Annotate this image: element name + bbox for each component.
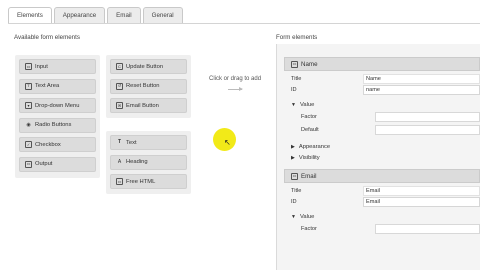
chevron-right-icon: ▶ (291, 154, 295, 161)
tab-divider (8, 23, 480, 24)
title-field[interactable]: Email (363, 185, 480, 196)
input-icon: ▭ (291, 60, 298, 68)
textarea-icon: T (25, 82, 32, 90)
tab-bar: Elements Appearance Email General (8, 7, 183, 24)
update-icon: C (116, 63, 123, 70)
heading-icon: A (117, 158, 122, 165)
appearance-section[interactable]: ▶ Appearance (277, 141, 480, 152)
factor-field[interactable] (375, 111, 480, 122)
form-elements-title: Form elements (276, 34, 318, 41)
add-email-button[interactable]: ✉ Email Button (110, 98, 187, 113)
add-textarea-button[interactable]: T Text Area (19, 78, 96, 94)
chevron-down-icon: ▼ (291, 101, 296, 108)
add-text-button[interactable]: T Text (110, 135, 187, 150)
element-header-name[interactable]: ▭ Name (284, 57, 480, 71)
add-reset-button[interactable]: ↺ Reset Button (110, 78, 187, 94)
mouse-cursor-icon: ↖ (224, 138, 231, 147)
tab-email[interactable]: Email (107, 7, 141, 23)
tab-general[interactable]: General (142, 7, 183, 23)
html-icon: ▭ (116, 178, 123, 185)
factor-row: Factor (277, 222, 480, 235)
add-html-button[interactable]: ▭ Free HTML (110, 174, 187, 189)
add-dropdown-button[interactable]: ▾ Drop-down Menu (19, 98, 96, 113)
id-field[interactable]: Email (363, 196, 480, 207)
reset-icon: ↺ (116, 82, 123, 90)
default-field[interactable] (375, 124, 480, 135)
value-section[interactable]: ▼ Value (277, 211, 480, 222)
add-heading-button[interactable]: A Heading (110, 154, 187, 170)
arrow-right-icon (228, 87, 243, 91)
input-icon: ▭ (291, 172, 298, 180)
default-row: Default (277, 123, 480, 136)
radio-icon: ◉ (26, 121, 31, 128)
add-output-button[interactable]: ▭ Output (19, 156, 96, 172)
factor-field[interactable] (375, 223, 480, 234)
factor-row: Factor (277, 110, 480, 123)
chevron-down-icon: ▼ (291, 213, 296, 220)
title-row: Title Name (277, 73, 480, 84)
id-row: ID Email (277, 196, 480, 207)
id-row: ID name (277, 84, 480, 95)
email-icon: ✉ (116, 102, 123, 109)
tab-appearance[interactable]: Appearance (53, 7, 106, 23)
add-hint: Click or drag to add (209, 76, 262, 82)
checkbox-icon: ✓ (25, 141, 32, 148)
dropdown-icon: ▾ (25, 102, 32, 109)
visibility-section[interactable]: ▶ Visibility (277, 152, 480, 163)
text-icon: T (117, 139, 122, 145)
title-row: Title Email (277, 185, 480, 196)
add-input-button[interactable]: ▭ Input (19, 59, 96, 74)
value-section[interactable]: ▼ Value (277, 99, 480, 110)
available-elements-title: Available form elements (14, 34, 80, 41)
output-icon: ▭ (25, 160, 32, 168)
button-elements-group: C Update Button ↺ Reset Button ✉ Email Butt… (106, 55, 191, 118)
add-checkbox-button[interactable]: ✓ Checkbox (19, 137, 96, 152)
tab-elements[interactable]: Elements (8, 7, 52, 24)
title-field[interactable]: Name (363, 73, 480, 84)
form-elements-panel: ▭ Name Title Name ID name ▼ Value Factor Def… (276, 44, 480, 270)
element-header-email[interactable]: ▭ Email (284, 169, 480, 183)
text-elements-group: T Text A Heading ▭ Free HTML (106, 131, 191, 194)
basic-elements-group: ▭ Input T Text Area ▾ Drop-down Menu ◉ Radio… (15, 55, 100, 178)
input-icon: ▭ (25, 63, 32, 70)
add-update-button[interactable]: C Update Button (110, 59, 187, 74)
chevron-right-icon: ▶ (291, 143, 295, 150)
id-field[interactable]: name (363, 84, 480, 95)
add-radio-button[interactable]: ◉ Radio Buttons (19, 117, 96, 133)
